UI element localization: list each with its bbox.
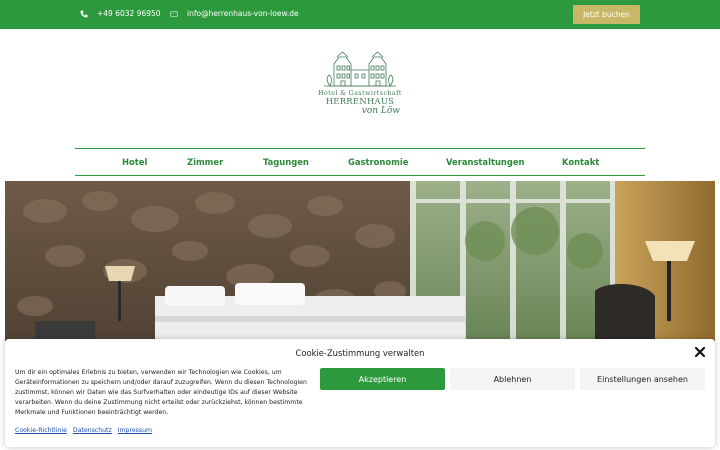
phone-number[interactable]: +49 6032 96950: [97, 9, 161, 18]
book-now-button[interactable]: Jetzt buchen: [573, 5, 640, 24]
accept-cookies-button[interactable]: Akzeptieren: [320, 368, 445, 390]
email-address[interactable]: info@herrenhaus-von-loew.de: [187, 9, 299, 18]
imprint-link[interactable]: Impressum: [118, 427, 152, 434]
nav-item-kontakt[interactable]: Kontakt: [562, 157, 599, 167]
close-icon[interactable]: [694, 346, 706, 358]
privacy-link[interactable]: Datenschutz: [73, 427, 112, 434]
cookie-dialog-links: Cookie-Richtlinie Datenschutz Impressum: [15, 427, 156, 434]
top-bar: +49 6032 96950 info@herrenhaus-von-loew.…: [0, 0, 720, 29]
email-contact[interactable]: info@herrenhaus-von-loew.de: [170, 9, 299, 18]
envelope-icon: [170, 11, 178, 16]
main-navigation: Hotel Zimmer Tagungen Gastronomie Verans…: [75, 148, 645, 176]
cookie-consent-dialog: Cookie-Zustimmung verwalten Um dir ein o…: [5, 339, 715, 447]
nav-item-tagungen[interactable]: Tagungen: [263, 157, 309, 167]
manor-house-logo-graphic: [324, 51, 396, 87]
logo-line-herrenhaus: HERRENHAUS: [325, 96, 395, 106]
nav-item-veranstaltungen[interactable]: Veranstaltungen: [446, 157, 525, 167]
phone-contact[interactable]: +49 6032 96950: [80, 9, 161, 18]
logo-line-von-loew: von Löw: [361, 106, 400, 116]
deny-cookies-button[interactable]: Ablehnen: [450, 368, 575, 390]
phone-icon: [80, 10, 88, 17]
nav-item-gastronomie[interactable]: Gastronomie: [348, 157, 408, 167]
cookie-dialog-title: Cookie-Zustimmung verwalten: [295, 348, 425, 358]
cookie-dialog-text: Um dir ein optimales Erlebnis zu bieten,…: [15, 369, 307, 416]
view-settings-button[interactable]: Einstellungen ansehen: [580, 368, 705, 390]
nav-item-zimmer[interactable]: Zimmer: [187, 157, 223, 167]
cookie-policy-link[interactable]: Cookie-Richtlinie: [15, 427, 67, 434]
nav-item-hotel[interactable]: Hotel: [122, 157, 147, 167]
site-logo[interactable]: Hotel & Gastwirtschaft HERRENHAUS von Lö…: [312, 48, 408, 120]
